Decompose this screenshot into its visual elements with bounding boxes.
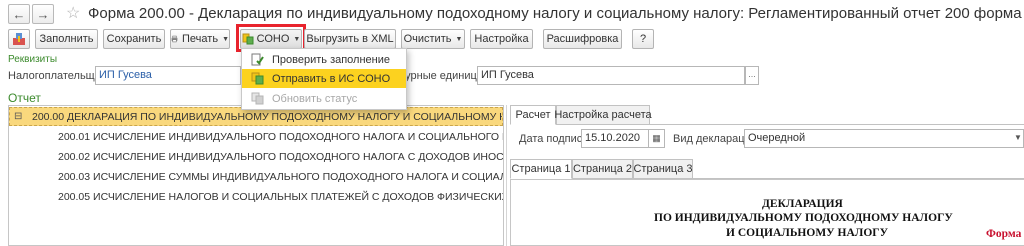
send-icon xyxy=(251,72,264,85)
export-xml-button[interactable]: Выгрузить в XML xyxy=(304,29,396,49)
requisites-label: Реквизиты xyxy=(8,54,58,65)
fill-button[interactable]: Заполнить xyxy=(35,29,98,49)
tree-row-text: 200.03 ИСЧИСЛЕНИЕ СУММЫ ИНДИВИДУАЛЬНОГО … xyxy=(58,170,503,183)
doc-heading-line2: ПО ИНДИВИДУАЛЬНОМУ ПОДОХОДНОМУ НАЛОГУ xyxy=(654,212,953,224)
forward-button[interactable]: → xyxy=(32,4,54,24)
menu-item-refresh-status: Обновить статус xyxy=(242,89,406,108)
printer-icon xyxy=(171,35,178,43)
menu-item-send-sono[interactable]: Отправить в ИС СОНО xyxy=(242,69,406,88)
window-title: Форма 200.00 - Декларация по индивидуаль… xyxy=(88,5,1022,22)
structural-unit-field[interactable]: ИП Гусева xyxy=(477,66,745,85)
menu-item-label: Обновить статус xyxy=(272,92,358,105)
menu-item-label: Отправить в ИС СОНО xyxy=(272,72,391,85)
tab-calc-settings[interactable]: Настройка расчета xyxy=(554,105,652,125)
doc-heading-line3: И СОЦИАЛЬНОМУ НАЛОГУ xyxy=(726,227,889,239)
structural-unit-label: турные единицы: xyxy=(400,70,488,82)
favorite-star-icon[interactable]: ☆ xyxy=(66,3,80,23)
structure-icon xyxy=(13,33,25,45)
structure-button[interactable] xyxy=(8,29,30,49)
tree-row-text: 200.02 ИСЧИСЛЕНИЕ ИНДИВИДУАЛЬНОГО ПОДОХО… xyxy=(58,150,503,163)
tab-calc[interactable]: Расчет xyxy=(510,105,556,125)
report-section-label: Отчет xyxy=(8,91,41,105)
tree-row[interactable]: 200.03 ИСЧИСЛЕНИЕ СУММЫ ИНДИВИДУАЛЬНОГО … xyxy=(9,167,503,186)
report-tree: ⊟ 200.00 ДЕКЛАРАЦИЯ ПО ИНДИВИДУАЛЬНОМУ П… xyxy=(8,105,504,246)
menu-item-label: Проверить заполнение xyxy=(272,53,391,66)
taxpayer-field[interactable]: ИП Гусева xyxy=(95,66,241,85)
check-document-icon xyxy=(251,53,264,66)
tab-page-1[interactable]: Страница 1 xyxy=(510,159,572,179)
form-number-label: Форма 2 xyxy=(986,228,1024,240)
doc-heading-line1: ДЕКЛАРАЦИЯ xyxy=(762,198,843,210)
tree-row-text: 200.01 ИСЧИСЛЕНИЕ ИНДИВИДУАЛЬНОГО ПОДОХО… xyxy=(58,130,503,143)
print-button[interactable]: Печать ▼ xyxy=(170,29,230,49)
refresh-status-icon xyxy=(251,92,264,105)
settings-button[interactable]: Настройка xyxy=(470,29,533,49)
pane-splitter[interactable] xyxy=(506,105,507,246)
chevron-down-icon: ▼ xyxy=(455,35,463,43)
sign-date-field[interactable]: 15.10.2020 xyxy=(581,129,649,148)
print-label: Печать xyxy=(182,33,219,45)
tree-row-text: 200.00 ДЕКЛАРАЦИЯ ПО ИНДИВИДУАЛЬНОМУ ПОД… xyxy=(32,110,503,123)
sono-dropdown-menu: Проверить заполнение Отправить в ИС СОНО… xyxy=(241,48,407,110)
tab-page-2[interactable]: Страница 2 xyxy=(572,159,633,179)
chevron-down-icon[interactable]: ▼ xyxy=(1014,133,1022,142)
tab-page-3[interactable]: Страница 3 xyxy=(633,159,693,179)
arrow-right-icon: → xyxy=(36,6,50,22)
clear-label: Очистить xyxy=(403,33,452,45)
decl-type-select[interactable]: Очередной xyxy=(744,129,1024,148)
tree-row-text: 200.05 ИСЧИСЛЕНИЕ НАЛОГОВ И СОЦИАЛЬНЫХ П… xyxy=(58,190,503,203)
select-unit-button[interactable]: ... xyxy=(745,66,759,85)
save-button[interactable]: Сохранить xyxy=(103,29,165,49)
tree-row[interactable]: 200.01 ИСЧИСЛЕНИЕ ИНДИВИДУАЛЬНОГО ПОДОХО… xyxy=(9,127,503,146)
tree-row[interactable]: 200.02 ИСЧИСЛЕНИЕ ИНДИВИДУАЛЬНОГО ПОДОХО… xyxy=(9,147,503,166)
arrow-left-icon: ← xyxy=(12,6,26,22)
menu-item-check-filling[interactable]: Проверить заполнение xyxy=(242,50,406,69)
collapse-icon[interactable]: ⊟ xyxy=(14,111,22,122)
taxpayer-label: Налогоплательщик: xyxy=(8,70,109,82)
decode-button[interactable]: Расшифровка xyxy=(543,29,622,49)
chevron-down-icon: ▼ xyxy=(222,35,229,43)
calendar-icon[interactable]: ▦ xyxy=(649,129,665,148)
tree-row[interactable]: 200.05 ИСЧИСЛЕНИЕ НАЛОГОВ И СОЦИАЛЬНЫХ П… xyxy=(9,187,503,206)
help-button[interactable]: ? xyxy=(632,29,654,49)
clear-button[interactable]: Очистить ▼ xyxy=(401,29,465,49)
back-button[interactable]: ← xyxy=(8,4,30,24)
